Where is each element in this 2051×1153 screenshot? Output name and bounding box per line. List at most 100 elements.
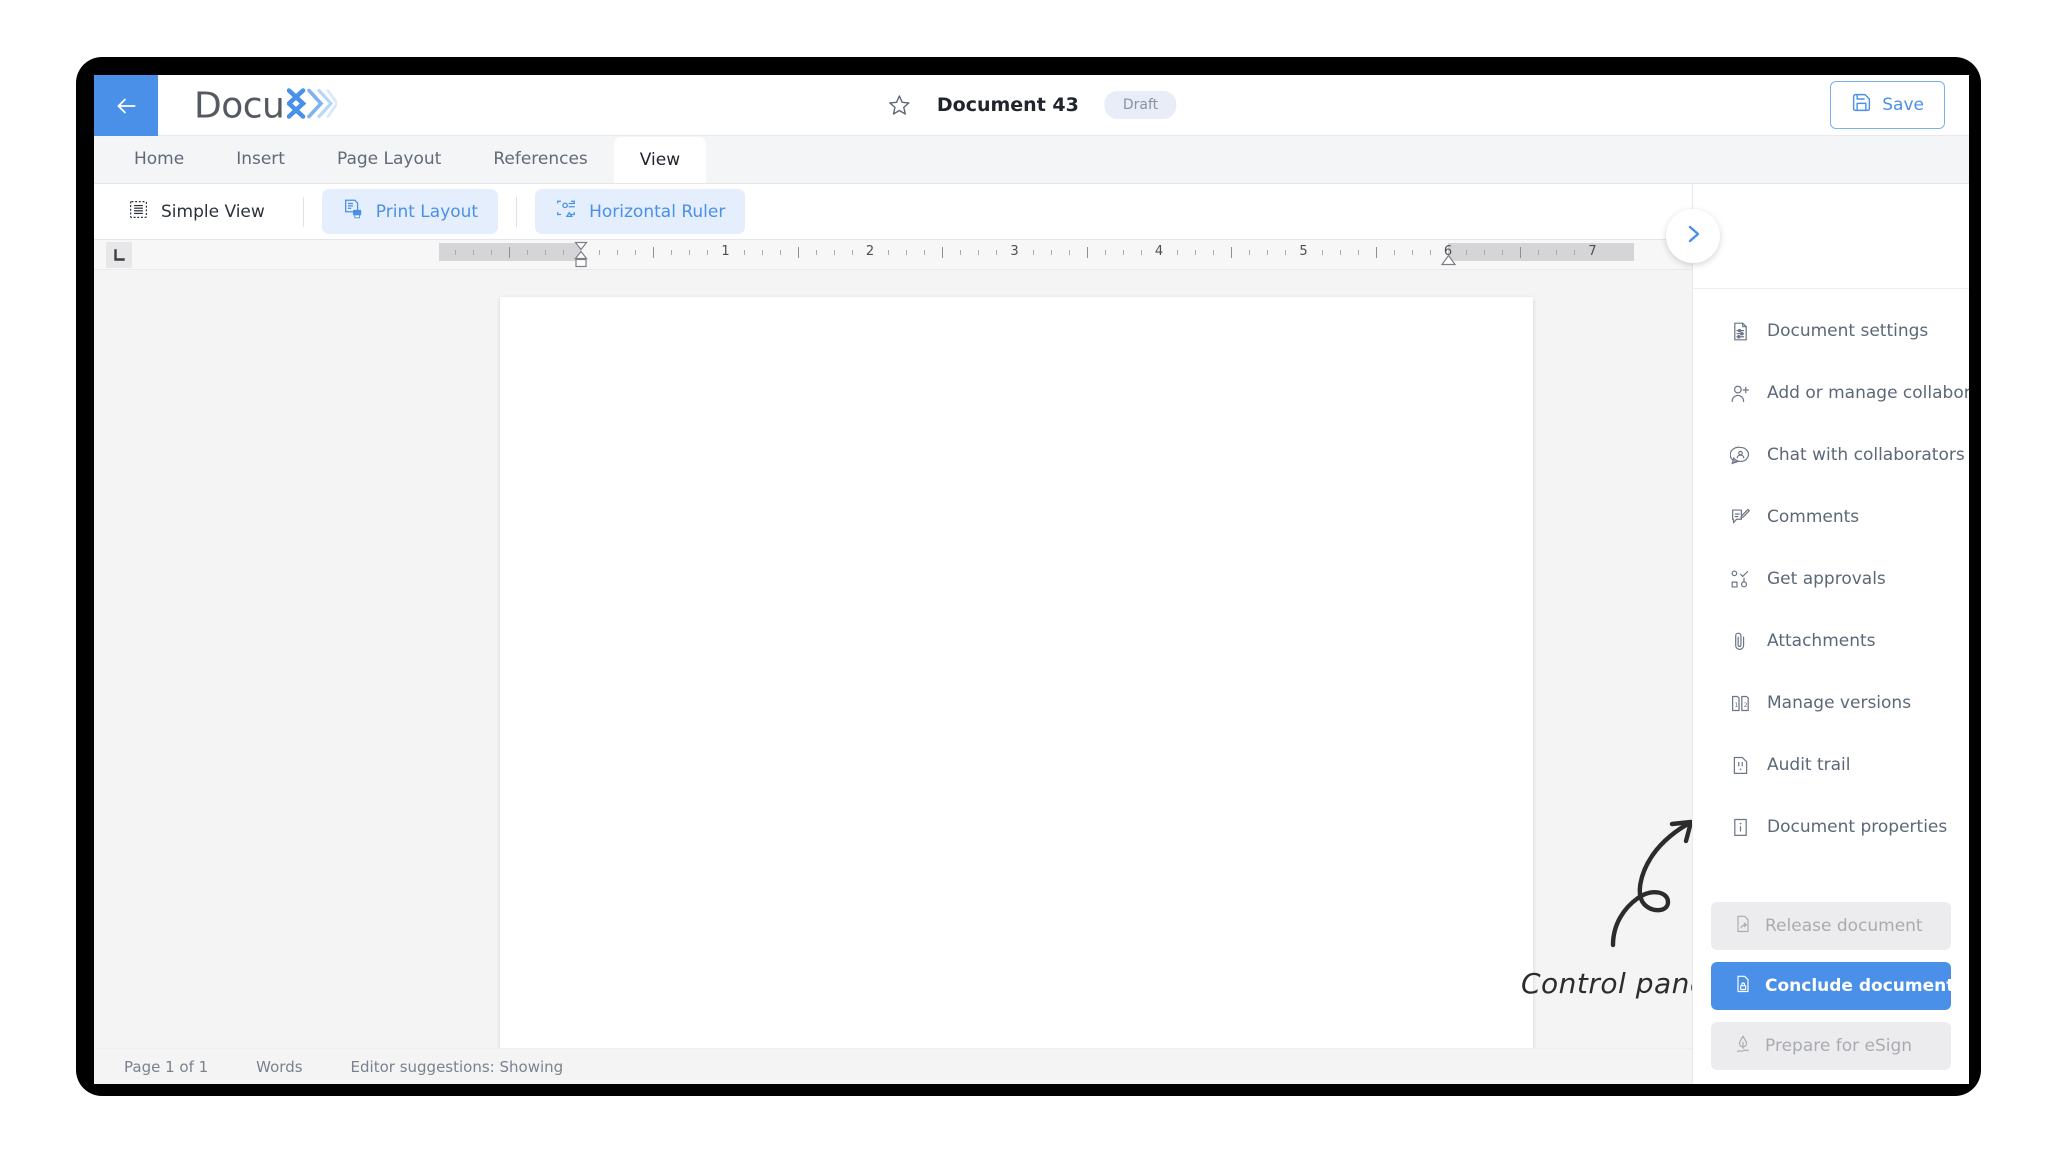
ruler-tick — [472, 250, 474, 255]
device-frame: Docu Document 43 Draft Save Home Insert … — [76, 57, 1981, 1096]
tab-home[interactable]: Home — [108, 135, 210, 183]
info-document-icon — [1729, 816, 1751, 838]
tab-insert[interactable]: Insert — [210, 135, 311, 183]
horizontal-ruler-icon — [555, 198, 577, 225]
panel-item-add-collaborators[interactable]: Add or manage collaborators — [1693, 362, 1969, 424]
user-add-icon — [1729, 382, 1751, 404]
ribbon-tab-strip: Home Insert Page Layout References View — [94, 136, 1969, 184]
release-document-button[interactable]: Release document — [1711, 902, 1951, 950]
ruler-tick — [599, 250, 601, 255]
tab-references[interactable]: References — [467, 135, 613, 183]
ruler-tick — [1556, 250, 1558, 255]
page-info[interactable]: Page 1 of 1 — [124, 1058, 208, 1076]
ruler-tick — [1393, 250, 1395, 255]
panel-item-manage-versions[interactable]: 1 2 Manage versions — [1693, 672, 1969, 734]
ruler-tick — [1086, 247, 1088, 258]
tab-page-layout[interactable]: Page Layout — [311, 135, 467, 183]
ruler-tick — [888, 250, 890, 255]
ruler-tick — [454, 250, 456, 255]
brand-name: Docu — [194, 85, 285, 127]
document-page[interactable] — [500, 297, 1533, 1048]
save-button[interactable]: Save — [1830, 81, 1945, 129]
panel-item-label: Attachments — [1767, 631, 1876, 651]
panel-item-document-properties[interactable]: Document properties — [1693, 796, 1969, 858]
editor-suggestions[interactable]: Editor suggestions: Showing — [351, 1058, 564, 1076]
versions-icon: 1 2 — [1729, 692, 1751, 714]
prepare-esign-label: Prepare for eSign — [1765, 1036, 1913, 1056]
panel-item-chat-collaborators[interactable]: Chat with collaborators — [1693, 424, 1969, 486]
ruler-tick — [617, 250, 619, 255]
word-count[interactable]: Words — [256, 1058, 302, 1076]
conclude-document-button[interactable]: Conclude document — [1711, 962, 1954, 1010]
ruler-tick — [1429, 250, 1431, 255]
panel-item-label: Document settings — [1767, 321, 1929, 341]
ruler-tick — [1122, 250, 1124, 255]
prepare-esign-button[interactable]: Prepare for eSign — [1711, 1022, 1951, 1070]
release-document-label: Release document — [1765, 916, 1923, 936]
panel-item-attachments[interactable]: Attachments — [1693, 610, 1969, 672]
chevron-right-icon — [1681, 222, 1705, 251]
floppy-disk-icon — [1851, 92, 1872, 118]
title-cluster: Document 43 Draft — [887, 91, 1177, 119]
release-document-icon — [1733, 914, 1753, 939]
panel-item-comments[interactable]: Comments — [1693, 486, 1969, 548]
ruler-tick — [490, 250, 492, 255]
back-button[interactable] — [94, 75, 158, 136]
print-layout-button[interactable]: Print Layout — [321, 189, 499, 234]
ribbon-divider-2 — [516, 196, 518, 227]
paperclip-icon — [1729, 630, 1751, 652]
tab-view[interactable]: View — [613, 137, 707, 183]
esign-pen-icon — [1733, 1034, 1753, 1059]
ruler-tick — [1213, 250, 1215, 255]
panel-item-label: Comments — [1767, 507, 1860, 527]
ruler-tick — [526, 250, 528, 255]
panel-toggle-button[interactable] — [1666, 209, 1720, 263]
conclude-document-icon — [1733, 974, 1753, 999]
ruler-tick — [797, 247, 799, 258]
right-indent-handle[interactable] — [1440, 253, 1457, 271]
page-canvas[interactable] — [94, 270, 1692, 1048]
ruler-tick — [1267, 250, 1269, 255]
ruler-tick — [1321, 250, 1323, 255]
ruler-number: 5 — [1299, 244, 1308, 259]
ruler-tick — [761, 250, 763, 255]
x-chevrons-icon — [285, 87, 340, 126]
svg-text:2: 2 — [1743, 702, 1747, 709]
ruler-tick — [1520, 247, 1522, 258]
print-layout-label: Print Layout — [375, 201, 479, 222]
ruler-tick — [1357, 250, 1359, 255]
horizontal-ruler-button[interactable]: Horizontal Ruler — [535, 189, 746, 234]
ruler-tick — [1574, 250, 1576, 255]
panel-item-label: Add or manage collaborators — [1767, 383, 1969, 403]
tab-stop-left-icon — [114, 249, 125, 261]
simple-view-button[interactable]: Simple View — [108, 190, 285, 234]
ruler-tick — [779, 250, 781, 255]
ruler-tick — [1285, 250, 1287, 255]
comment-edit-icon — [1729, 506, 1751, 528]
ruler-tick — [942, 247, 944, 258]
tab-stop-selector[interactable] — [106, 242, 132, 268]
ruler-tick — [833, 250, 835, 255]
print-layout-icon — [342, 198, 364, 225]
horizontal-ruler-label: Horizontal Ruler — [589, 201, 726, 222]
ruler-number: 7 — [1588, 244, 1597, 259]
ruler-tick — [1502, 250, 1504, 255]
ruler-tick — [1104, 250, 1106, 255]
horizontal-ruler[interactable]: 1234567 — [439, 240, 1634, 270]
ruler-number: 2 — [865, 244, 875, 259]
ruler-left-margin — [439, 243, 581, 261]
panel-item-get-approvals[interactable]: Get approvals — [1693, 548, 1969, 610]
panel-divider — [1693, 288, 1969, 289]
brand-logo[interactable]: Docu — [194, 84, 340, 127]
ruler-tick — [924, 250, 926, 255]
ruler-tick — [562, 250, 564, 255]
ruler-tick — [1538, 250, 1540, 255]
ruler-tick — [1195, 250, 1197, 255]
star-icon[interactable] — [887, 93, 911, 117]
status-badge: Draft — [1104, 91, 1177, 119]
panel-item-audit-trail[interactable]: Audit trail — [1693, 734, 1969, 796]
panel-item-document-settings[interactable]: Document settings — [1693, 300, 1969, 362]
ruler-tick — [508, 247, 510, 258]
ruler-tick — [996, 250, 998, 255]
ruler-tick — [1032, 250, 1034, 255]
